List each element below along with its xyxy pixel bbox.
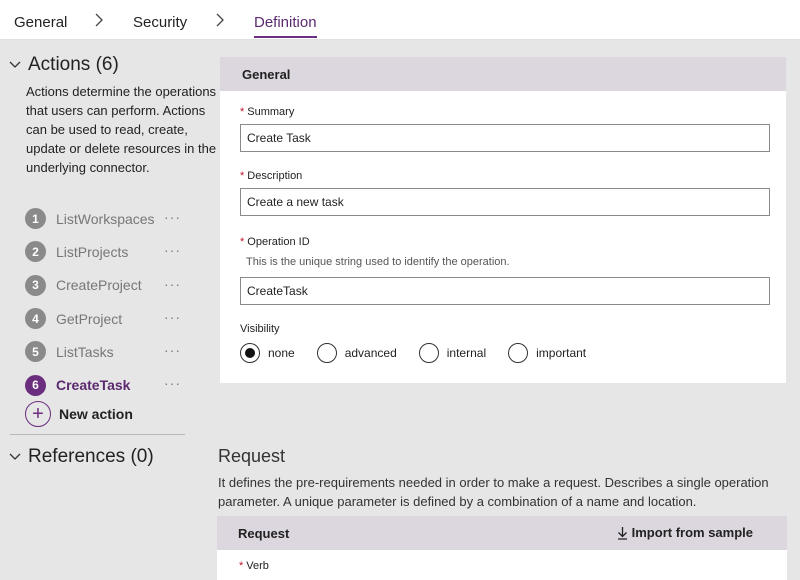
action-number-badge: 3 [25,274,46,296]
request-title: Request [218,446,286,466]
breadcrumb-security[interactable]: Security [133,14,187,31]
more-options-icon[interactable]: ··· [164,277,181,291]
new-action-label: New action [59,406,133,422]
verb-label: * Verb [239,560,269,572]
more-options-icon[interactable]: ··· [164,343,181,357]
action-number-badge: 6 [25,374,46,396]
radio-label: none [268,346,295,360]
action-item-createproject[interactable]: 3 CreateProject ··· [25,269,195,302]
visibility-radio-none[interactable]: none [240,343,295,363]
action-label: GetProject [56,310,123,327]
chevron-down-icon [9,453,21,460]
references-title: References (0) [28,446,154,467]
actions-title: Actions (6) [28,54,119,75]
action-list: 1 ListWorkspaces ··· 2 ListProjects ··· … [25,202,195,402]
action-label: ListProjects [56,243,129,260]
action-label: ListTasks [56,343,114,360]
operation-id-input[interactable] [240,277,770,305]
action-item-createtask[interactable]: 6 CreateTask ··· [25,368,195,401]
operation-id-hint: This is the unique string used to identi… [246,256,510,268]
import-from-sample-button[interactable]: Import from sample [617,525,753,540]
breadcrumb: General Security Definition [0,0,800,40]
actions-description: Actions determine the operations that us… [26,84,217,175]
references-section-toggle[interactable]: References (0) [8,446,154,468]
sidebar: Actions (6) Actions determine the operat… [0,40,216,580]
action-label: CreateTask [56,377,131,394]
action-item-listprojects[interactable]: 2 ListProjects ··· [25,235,195,268]
visibility-radio-group: none advanced internal important [240,343,608,363]
request-card-title: Request [238,525,290,541]
more-options-icon[interactable]: ··· [164,310,181,324]
visibility-radio-internal[interactable]: internal [418,343,487,363]
actions-section-toggle[interactable]: Actions (6) [8,54,119,76]
more-options-icon[interactable]: ··· [164,210,181,224]
action-number-badge: 4 [25,308,46,330]
description-label: * Description [240,170,303,182]
more-options-icon[interactable]: ··· [164,376,181,390]
chevron-right-icon [216,13,224,27]
description-input[interactable] [240,188,770,216]
chevron-down-icon [9,61,21,68]
radio-circle [240,343,260,363]
action-number-badge: 1 [25,208,46,230]
breadcrumb-general[interactable]: General [14,14,67,31]
required-marker: * [240,236,245,248]
action-number-badge: 5 [25,341,46,363]
required-marker: * [240,170,245,182]
more-options-icon[interactable]: ··· [164,243,181,257]
download-icon [617,526,627,540]
plus-icon: + [25,401,51,427]
operation-id-label: * Operation ID [240,236,310,248]
visibility-radio-important[interactable]: important [508,343,586,363]
required-marker: * [239,560,244,572]
visibility-radio-advanced[interactable]: advanced [316,343,397,363]
action-item-listworkspaces[interactable]: 1 ListWorkspaces ··· [25,202,195,235]
sidebar-divider [10,434,185,435]
required-marker: * [240,106,245,118]
radio-label: important [536,346,587,360]
general-card: General *Summary *Description *Operation… [220,57,786,383]
action-item-listtasks[interactable]: 5 ListTasks ··· [25,335,195,368]
radio-circle [508,343,529,363]
breadcrumb-definition[interactable]: Definition [254,14,317,38]
radio-label: internal [446,346,487,360]
radio-selected-dot [245,348,255,358]
chevron-right-icon [95,13,103,27]
general-card-header: General [220,57,786,91]
visibility-label: Visibility [240,323,280,335]
action-label: ListWorkspaces [56,210,155,227]
summary-input[interactable] [240,124,770,152]
request-card: Request Import from sample * Verb [217,516,787,580]
import-label: Import from sample [631,525,753,540]
radio-circle [418,343,439,363]
summary-label: * Summary [240,106,295,118]
radio-circle [316,343,337,363]
request-card-header: Request Import from sample [217,516,787,550]
new-action-button[interactable]: + New action [25,401,133,427]
action-item-getproject[interactable]: 4 GetProject ··· [25,302,195,335]
radio-label: advanced [344,346,397,360]
request-description: It defines the pre-requirements needed i… [218,475,769,509]
action-label: CreateProject [56,277,142,294]
action-number-badge: 2 [25,241,46,263]
